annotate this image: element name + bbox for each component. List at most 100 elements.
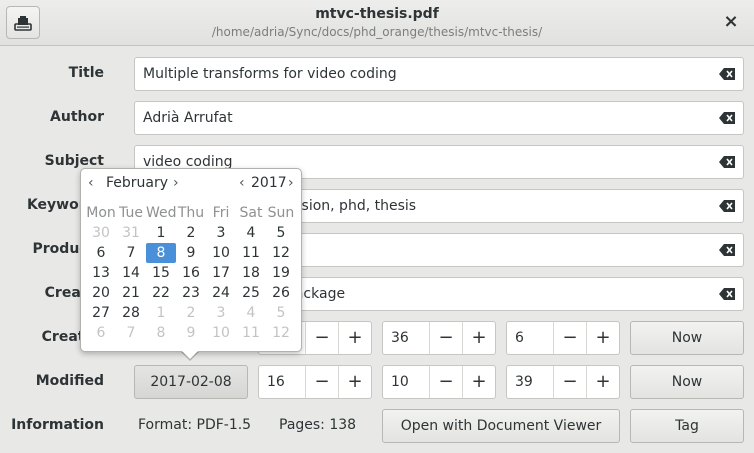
calendar-day[interactable]: 3	[206, 303, 236, 323]
calendar-day[interactable]: 30	[86, 223, 116, 243]
title-field[interactable]: Multiple transforms for video coding	[134, 57, 744, 91]
weekday-label: Wed	[146, 205, 177, 221]
next-month-button[interactable]: ›	[173, 175, 179, 191]
calendar-day[interactable]: 3	[206, 223, 236, 243]
window-subtitle: /home/adria/Sync/docs/phd_orange/thesis/…	[211, 25, 543, 39]
calendar-day[interactable]: 18	[236, 263, 266, 283]
prev-month-button[interactable]: ‹	[88, 175, 94, 191]
increment-button[interactable]: +	[338, 366, 371, 398]
calendar-day[interactable]: 24	[206, 283, 236, 303]
created-now-button[interactable]: Now	[630, 321, 744, 355]
increment-button[interactable]: +	[462, 322, 495, 354]
calendar-day[interactable]: 28	[116, 303, 146, 323]
increment-button[interactable]: +	[586, 366, 619, 398]
calendar-day[interactable]: 27	[86, 303, 116, 323]
modified-label: Modified	[35, 373, 104, 389]
calendar-day[interactable]: 26	[266, 283, 296, 303]
window-title: mtvc-thesis.pdf	[315, 6, 439, 22]
calendar-popover: ‹ February › ‹ 2017 › Mon Tue Wed Thu Fri Sat…	[80, 168, 302, 352]
calendar-grid: Mon Tue Wed Thu Fri Sat Sun 30 31 1 2 3 4 5 6 7 8 9 10 11 12…	[86, 203, 298, 343]
calendar-day[interactable]: 21	[116, 283, 146, 303]
popover-arrow-inner	[181, 350, 199, 359]
decrement-button[interactable]: −	[429, 366, 462, 398]
calendar-month: February	[106, 175, 169, 191]
tag-button[interactable]: Tag	[630, 409, 744, 443]
created-minute-value: 36	[391, 330, 409, 346]
calendar-day[interactable]: 25	[236, 283, 266, 303]
calendar-day[interactable]: 5	[266, 223, 296, 243]
format-text: Format: PDF-1.5	[138, 417, 252, 433]
calendar-day[interactable]: 6	[86, 323, 116, 343]
calendar-day[interactable]: 11	[236, 243, 266, 263]
modified-second-value: 39	[515, 374, 533, 390]
calendar-day[interactable]: 20	[86, 283, 116, 303]
clear-icon[interactable]	[719, 68, 735, 80]
calendar-day[interactable]: 12	[266, 243, 296, 263]
calendar-day[interactable]: 7	[116, 323, 146, 343]
calendar-day[interactable]: 4	[236, 303, 266, 323]
calendar-week-row: 20 21 22 23 24 25 26	[86, 283, 298, 303]
increment-button[interactable]: +	[338, 322, 371, 354]
calendar-day[interactable]: 9	[176, 243, 206, 263]
calendar-day[interactable]: 8	[146, 323, 176, 343]
calendar-day[interactable]: 12	[266, 323, 296, 343]
clear-icon[interactable]	[719, 156, 735, 168]
calendar-day-selected[interactable]: 8	[146, 243, 176, 263]
decrement-button[interactable]: −	[429, 322, 462, 354]
calendar-day[interactable]: 15	[146, 263, 176, 283]
close-button[interactable]: ×	[722, 12, 740, 32]
decrement-button[interactable]: −	[305, 366, 338, 398]
clear-icon[interactable]	[719, 244, 735, 256]
modified-date-button[interactable]: 2017-02-08	[134, 365, 248, 399]
calendar-day[interactable]: 7	[116, 243, 146, 263]
calendar-header: ‹ February › ‹ 2017 ›	[81, 175, 303, 195]
calendar-day[interactable]: 4	[236, 223, 266, 243]
created-second-spin[interactable]: 6 − +	[506, 321, 620, 355]
clear-icon[interactable]	[719, 288, 735, 300]
calendar-day[interactable]: 19	[266, 263, 296, 283]
calendar-day[interactable]: 2	[176, 303, 206, 323]
calendar-day[interactable]: 22	[146, 283, 176, 303]
modified-hour-spin[interactable]: 16 − +	[258, 365, 372, 399]
calendar-day[interactable]: 1	[146, 303, 176, 323]
calendar-day[interactable]: 31	[116, 223, 146, 243]
calendar-day[interactable]: 2	[176, 223, 206, 243]
prev-year-button[interactable]: ‹	[239, 175, 245, 191]
calendar-day[interactable]: 9	[176, 323, 206, 343]
weekday-label: Sun	[267, 205, 295, 221]
calendar-day[interactable]: 1	[146, 223, 176, 243]
weekday-label: Sat	[239, 205, 263, 221]
close-icon: ×	[723, 11, 739, 32]
calendar-day[interactable]: 10	[206, 243, 236, 263]
author-value: Adrià Arrufat	[143, 110, 233, 126]
clear-icon[interactable]	[719, 200, 735, 212]
modified-second-spin[interactable]: 39 − +	[506, 365, 620, 399]
weekday-label: Mon	[86, 205, 116, 221]
decrement-button[interactable]: −	[305, 322, 338, 354]
increment-button[interactable]: +	[462, 366, 495, 398]
properties-window: mtvc-thesis.pdf /home/adria/Sync/docs/ph…	[0, 0, 754, 453]
calendar-day[interactable]: 13	[86, 263, 116, 283]
calendar-day[interactable]: 16	[176, 263, 206, 283]
next-year-button[interactable]: ›	[288, 175, 294, 191]
increment-button[interactable]: +	[586, 322, 619, 354]
calendar-day[interactable]: 17	[206, 263, 236, 283]
title-value: Multiple transforms for video coding	[143, 66, 397, 82]
decrement-button[interactable]: −	[553, 366, 586, 398]
modified-minute-spin[interactable]: 10 − +	[382, 365, 496, 399]
calendar-day[interactable]: 14	[116, 263, 146, 283]
decrement-button[interactable]: −	[553, 322, 586, 354]
calendar-day[interactable]: 11	[236, 323, 266, 343]
created-minute-spin[interactable]: 36 − +	[382, 321, 496, 355]
calendar-day[interactable]: 10	[206, 323, 236, 343]
calendar-day[interactable]: 23	[176, 283, 206, 303]
modified-minute-value: 10	[391, 374, 409, 390]
clear-icon[interactable]	[719, 112, 735, 124]
calendar-day[interactable]: 5	[266, 303, 296, 323]
calendar-day[interactable]: 6	[86, 243, 116, 263]
calendar-week-row: 27 28 1 2 3 4 5	[86, 303, 298, 323]
author-field[interactable]: Adrià Arrufat	[134, 101, 744, 135]
modified-now-button[interactable]: Now	[630, 365, 744, 399]
subject-label: Subject	[44, 153, 104, 169]
open-document-viewer-button[interactable]: Open with Document Viewer	[382, 409, 620, 443]
